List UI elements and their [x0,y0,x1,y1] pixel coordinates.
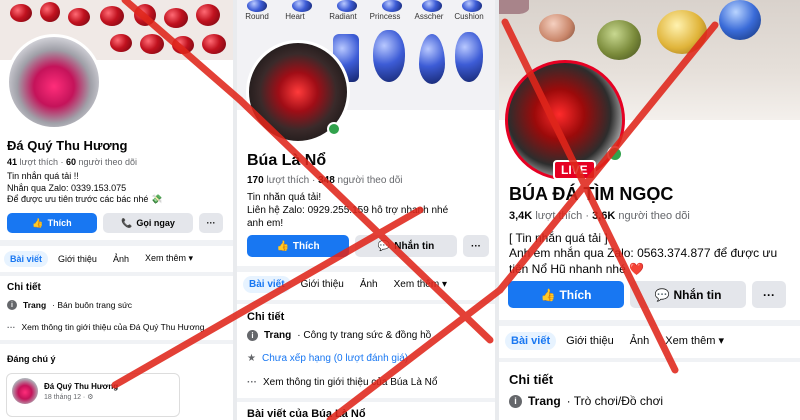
page-bio: Tin nhắn quá tải! Liên hệ Zalo: 0929.255… [247,192,449,229]
message-button[interactable]: 💬 Nhắn tin [355,235,457,257]
tab-more[interactable]: Xem thêm ▾ [139,250,199,267]
detail-page-category: i Trang · Trò chơi/Đồ chơi [509,394,663,408]
see-about-link[interactable]: ··· Xem thông tin giới thiệu của Búa Là … [247,377,437,388]
phone-icon: 📞 [121,217,133,228]
detail-page-category: i Trang · Công ty trang sức & đồng hồ [247,330,431,341]
profile-panel-bua-da-tim-ngoc: LIVE BÚA ĐÁ TÌM NGỌC 3,4K lượt thích · 3… [499,0,800,420]
page-name: Búa Là Nổ [247,152,327,169]
divider [237,398,495,402]
post-avatar [12,378,38,404]
profile-panel-thu-huong: Đá Quý Thu Hương 41 lượt thích · 60 ngườ… [0,0,233,420]
more-button[interactable]: ··· [463,235,489,257]
posts-heading: Bài viết của Búa Là Nổ [247,408,366,420]
info-icon: i [247,330,258,341]
post-author: Đá Quý Thu Hương [44,382,119,391]
like-button[interactable]: 👍 Thích [508,281,624,308]
info-icon: i [509,394,522,408]
divider [0,240,233,246]
messenger-icon: 💬 [377,240,391,252]
detail-page-category: i Trang · Bán buôn trang sức [7,300,132,310]
page-stats: 170 lượt thích · 348 người theo dõi [247,175,403,186]
divider [0,340,233,344]
dots-icon: ··· [247,377,257,388]
shape-label: Radiant [329,12,357,21]
page-stats: 3,4K lượt thích · 3,6K người theo dõi [509,210,690,222]
shape-label: Princess [369,12,401,21]
tab-photos[interactable]: Ảnh [107,251,135,267]
more-button[interactable]: ··· [752,281,786,308]
action-buttons: 👍 Thích 💬 Nhắn tin ··· [508,281,786,308]
action-buttons: 👍 Thích 💬 Nhắn tin ··· [247,235,489,257]
page-bio: Tin nhắn quá tải !! Nhắn qua Zalo: 0339.… [7,171,163,205]
tab-more[interactable]: Xem thêm ▾ [388,276,453,293]
tab-photos[interactable]: Ảnh [354,276,384,293]
thumbs-up-icon: 👍 [32,217,44,228]
divider [237,300,495,304]
featured-post-card[interactable]: Đá Quý Thu Hương 18 tháng 12 · ⚙ [6,373,180,417]
thumbs-up-icon: 👍 [540,287,556,302]
profile-panel-bua-la-no: Round Heart Radiant Princess Asscher Cus… [237,0,495,420]
profile-tabs: Bài viết Giới thiệu Ảnh Xem thêm ▾ [505,331,730,350]
thumbs-up-icon: 👍 [276,240,289,252]
divider [0,272,233,276]
chevron-down-icon: ▾ [718,335,725,347]
action-buttons: 👍 Thích 📞 Gọi ngay ··· [7,213,223,233]
chevron-down-icon: ▾ [188,253,194,263]
live-badge: LIVE [553,160,596,180]
tab-about[interactable]: Giới thiệu [560,332,620,350]
post-date: 18 tháng 12 · ⚙ [44,394,94,401]
message-button[interactable]: 💬 Nhắn tin [630,281,746,308]
tab-about[interactable]: Giới thiệu [52,251,103,267]
messenger-icon: 💬 [654,287,670,302]
page-stats: 41 lượt thích · 60 người theo dõi [7,157,137,167]
page-bio: [ Tin nhắn quá tải ] Anh em nhắn qua Zal… [509,231,778,276]
dots-icon: ··· [7,322,16,332]
divider [237,266,495,272]
call-button[interactable]: 📞 Gọi ngay [103,213,193,233]
details-heading: Chi tiết [7,282,41,293]
tab-posts[interactable]: Bài viết [4,250,49,267]
detail-rating[interactable]: ★ Chưa xếp hạng (0 lượt đánh giá) [247,353,408,364]
shape-label: Heart [285,12,305,21]
info-icon: i [7,300,17,310]
shape-label: Cushion [454,12,484,21]
like-button[interactable]: 👍 Thích [247,235,349,257]
details-heading: Chi tiết [247,311,285,323]
online-status-dot [327,122,341,136]
profile-tabs: Bài viết Giới thiệu Ảnh Xem thêm ▾ [243,276,453,293]
profile-avatar[interactable] [6,34,102,130]
like-button[interactable]: 👍 Thích [7,213,97,233]
star-icon: ★ [247,353,256,364]
details-heading: Chi tiết [509,372,554,387]
tab-posts[interactable]: Bài viết [243,276,291,293]
tab-about[interactable]: Giới thiệu [295,276,350,293]
tab-more[interactable]: Xem thêm ▾ [659,331,730,350]
online-status-dot [607,146,623,162]
tab-photos[interactable]: Ảnh [624,332,656,350]
more-button[interactable]: ··· [199,213,223,233]
chevron-down-icon: ▾ [441,279,448,290]
page-name: Đá Quý Thu Hương [7,138,128,153]
divider [499,358,800,362]
profile-tabs: Bài viết Giới thiệu Ảnh Xem thêm ▾ [4,250,199,267]
page-name: BÚA ĐÁ TÌM NGỌC [509,184,674,204]
tab-posts[interactable]: Bài viết [505,331,557,350]
notable-heading: Đáng chú ý [7,354,56,364]
see-about-link[interactable]: ··· Xem thông tin giới thiệu của Đá Quý … [7,322,205,332]
divider [499,320,800,326]
